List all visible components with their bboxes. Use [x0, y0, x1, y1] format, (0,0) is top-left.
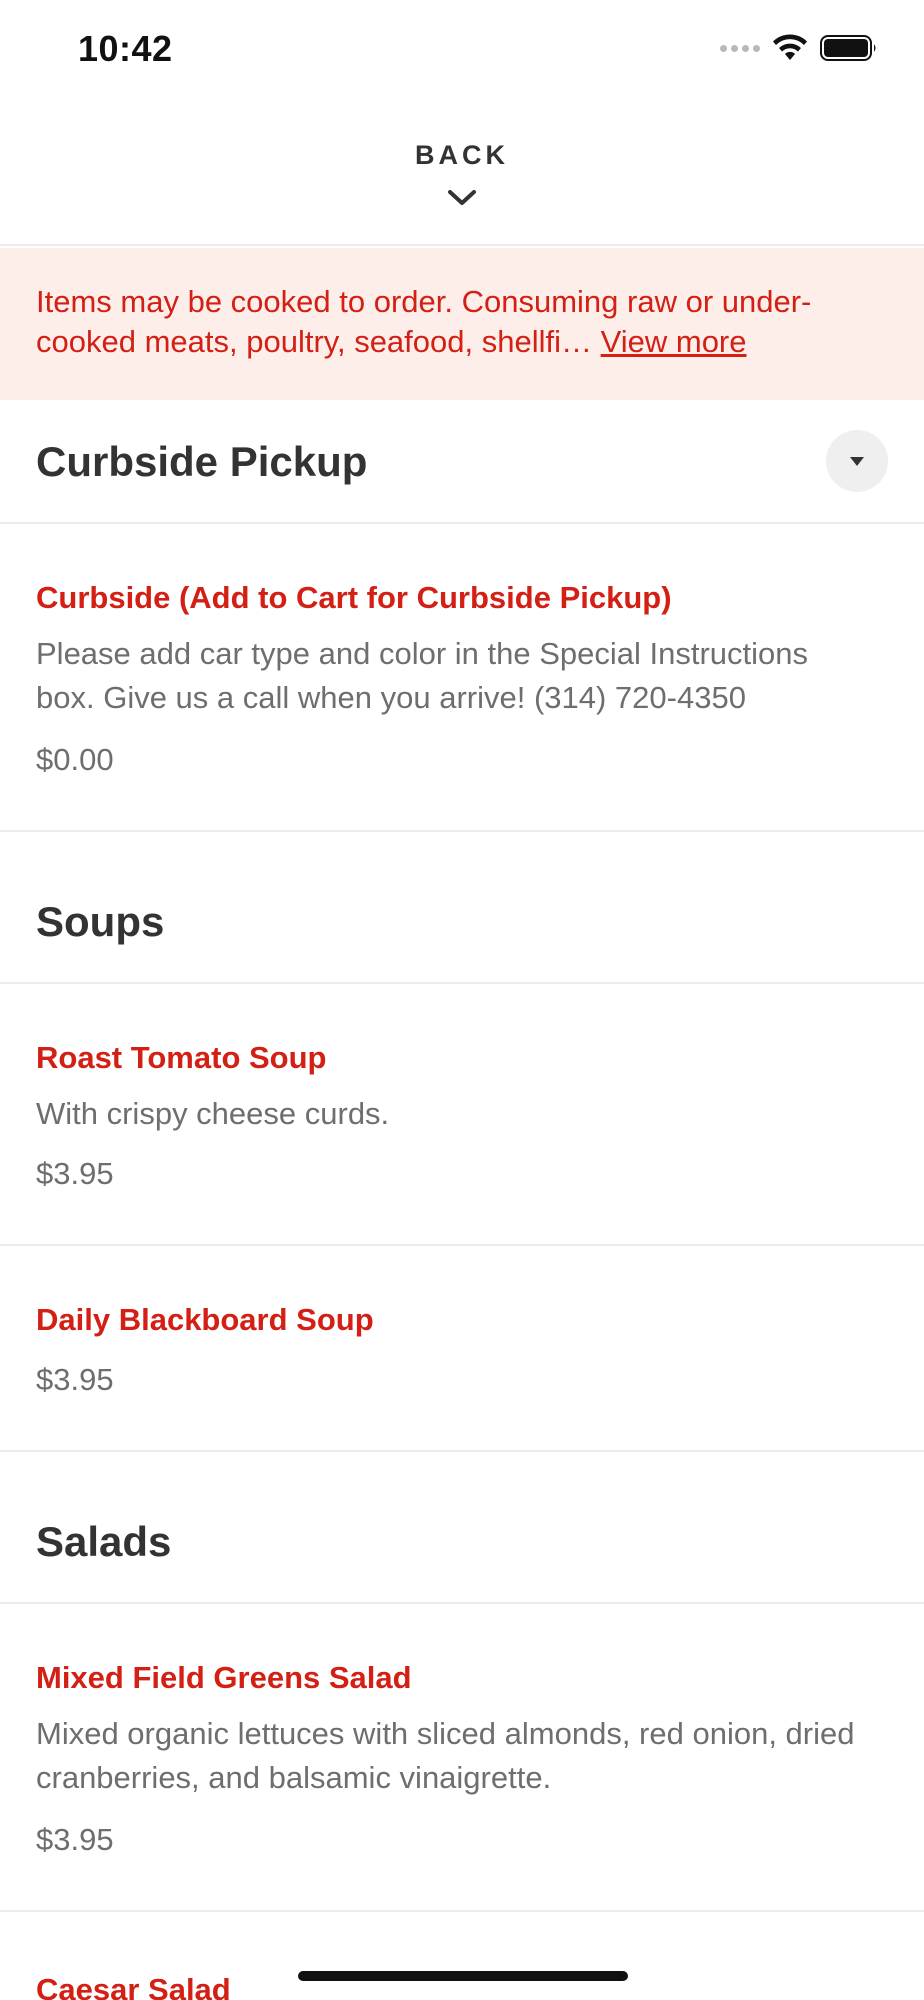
- status-bar: 10:42: [0, 0, 924, 100]
- menu-item[interactable]: Caesar Salad: [0, 1912, 924, 2000]
- section-header-soups: Soups: [0, 832, 924, 984]
- item-description: Please add car type and color in the Spe…: [36, 636, 809, 715]
- item-price: $3.95: [36, 1822, 114, 1857]
- caret-down-icon: [850, 456, 864, 466]
- item-name: Caesar Salad: [36, 1972, 231, 2000]
- section-dropdown-button[interactable]: [826, 430, 888, 492]
- home-indicator[interactable]: [298, 1971, 628, 1981]
- section-title: Salads: [36, 1518, 172, 1565]
- status-time: 10:42: [78, 28, 173, 69]
- item-description: With crispy cheese curds.: [36, 1096, 390, 1131]
- item-price: $3.95: [36, 1362, 114, 1397]
- cellular-signal-icon: [720, 44, 760, 52]
- item-name: Roast Tomato Soup: [36, 1040, 327, 1075]
- status-icons: [720, 34, 878, 62]
- back-button[interactable]: BACK: [0, 100, 924, 246]
- section-title: Curbside Pickup: [36, 438, 368, 485]
- menu-screen: 10:42 BACK Items may be cooked to order.: [0, 0, 924, 2000]
- item-name: Daily Blackboard Soup: [36, 1302, 374, 1337]
- menu-item[interactable]: Daily Blackboard Soup $3.95: [0, 1246, 924, 1452]
- item-name: Mixed Field Greens Salad: [36, 1660, 412, 1695]
- chevron-down-icon: [448, 190, 476, 205]
- section-header-curbside: Curbside Pickup: [0, 400, 924, 524]
- menu-item[interactable]: Mixed Field Greens Salad Mixed organic l…: [0, 1604, 924, 1912]
- allergy-notice: Items may be cooked to order. Consuming …: [0, 248, 924, 400]
- back-label: BACK: [415, 140, 509, 170]
- item-price: $0.00: [36, 742, 114, 777]
- view-more-link[interactable]: View more: [601, 324, 747, 359]
- item-description: Mixed organic lettuces with sliced almon…: [36, 1716, 855, 1795]
- section-title: Soups: [36, 898, 165, 945]
- wifi-icon: [773, 34, 807, 60]
- battery-icon: [820, 35, 876, 61]
- item-name: Curbside (Add to Cart for Curbside Picku…: [36, 580, 672, 615]
- item-price: $3.95: [36, 1156, 114, 1191]
- menu-item[interactable]: Roast Tomato Soup With crispy cheese cur…: [0, 984, 924, 1246]
- menu-item[interactable]: Curbside (Add to Cart for Curbside Picku…: [0, 524, 924, 832]
- section-header-salads: Salads: [0, 1452, 924, 1604]
